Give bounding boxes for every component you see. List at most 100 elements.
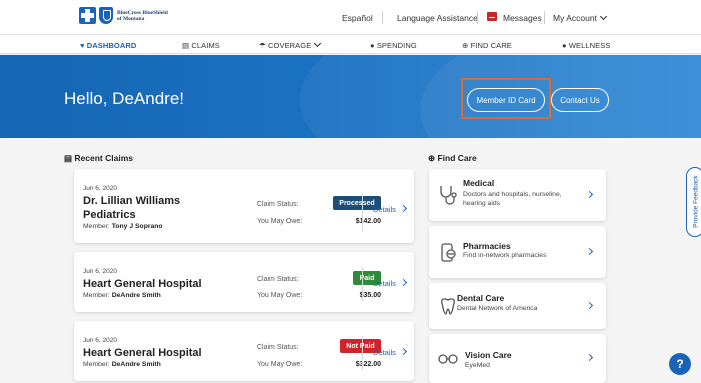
- brand-name-line1: BlueCross BlueShield: [117, 9, 168, 16]
- top-utility-bar: BlueCross BlueShield of Montana Español …: [0, 0, 701, 35]
- nav-coverage-label: COVERAGE: [268, 41, 312, 50]
- claim-status-label: Claim Status:: [257, 344, 299, 351]
- member-label: Member:: [83, 361, 110, 368]
- apple-icon: ●: [562, 41, 569, 50]
- nav-claims-label: CLAIMS: [191, 41, 220, 50]
- member-id-card-button[interactable]: Member ID Card: [467, 88, 545, 112]
- find-care-pharmacies[interactable]: Pharmacies Find in-network pharmacies: [429, 226, 606, 278]
- chevron-right-icon: [585, 301, 594, 310]
- find-care-title: Find Care: [437, 153, 477, 163]
- nav-dashboard[interactable]: ♥ DASHBOARD: [80, 41, 136, 50]
- chevron-right-icon: [585, 190, 594, 199]
- details-link[interactable]: Details: [373, 347, 407, 357]
- my-account-label: My Account: [553, 13, 597, 23]
- find-care-desc: Doctors and hospitals, nurseline,: [463, 191, 562, 198]
- chevron-down-icon: [599, 12, 607, 21]
- umbrella-icon: ☂: [259, 41, 269, 50]
- nav-find-care-label: FIND CARE: [470, 41, 512, 50]
- member-name: Tony J Soprano: [111, 223, 163, 230]
- find-care-desc: Find in-network pharmacies: [463, 252, 547, 259]
- nav-spending-label: SPENDING: [376, 41, 417, 50]
- details-label: Details: [373, 348, 396, 357]
- nav-wellness-label: WELLNESS: [568, 41, 611, 50]
- member-label: Member:: [83, 223, 110, 230]
- claim-provider: Heart General Hospital: [83, 347, 202, 359]
- help-button[interactable]: ?: [669, 353, 691, 375]
- find-care-title: Medical: [463, 178, 495, 188]
- divider: [544, 11, 545, 24]
- find-care-desc: Dental Network of America: [457, 305, 538, 312]
- claim-provider: Dr. Lillian Williams: [83, 195, 181, 207]
- find-care-desc: EyeMed: [465, 362, 490, 369]
- contact-us-button[interactable]: Contact Us: [551, 88, 609, 112]
- details-link[interactable]: Details: [373, 204, 407, 214]
- my-account-menu[interactable]: My Account: [553, 12, 607, 23]
- provide-feedback-tab[interactable]: Provide Feedback: [686, 167, 701, 237]
- divider: [362, 267, 363, 301]
- divider: [477, 11, 478, 24]
- find-care-desc-line2: hearing aids: [463, 200, 501, 207]
- heart-icon: ♥: [80, 41, 87, 50]
- pill-bottle-icon: [441, 243, 456, 262]
- claim-member: Member: Tony J Soprano: [83, 223, 163, 230]
- tooth-icon: [441, 298, 455, 315]
- member-name: DeAndre Smith: [111, 292, 161, 299]
- owe-amount: $35.00: [359, 292, 381, 299]
- claim-member: Member: DeAndre Smith: [83, 292, 161, 299]
- brand-name-line2: of Montana: [117, 15, 145, 22]
- language-assistance-link[interactable]: Language Assistance: [397, 13, 478, 23]
- member-name: DeAndre Smith: [111, 361, 161, 368]
- recent-claims-heading: ▤ Recent Claims: [64, 153, 133, 164]
- chevron-right-icon: [585, 353, 594, 362]
- chevron-right-icon: [399, 347, 407, 356]
- find-care-title: Dental Care: [457, 293, 505, 303]
- claim-provider-line2: Pediatrics: [83, 209, 136, 221]
- details-link[interactable]: Details: [373, 278, 407, 288]
- find-care-vision[interactable]: Vision Care EyeMed: [429, 334, 606, 383]
- find-care-dental[interactable]: Dental Care Dental Network of America: [429, 283, 606, 329]
- nav-claims[interactable]: ▤ CLAIMS: [182, 41, 220, 50]
- claim-status-label: Claim Status:: [257, 201, 299, 208]
- claim-card[interactable]: Jun 6, 2020 Dr. Lillian Williams Pediatr…: [74, 169, 414, 243]
- nav-find-care[interactable]: ⊕ FIND CARE: [462, 41, 512, 50]
- nav-spending[interactable]: ● SPENDING: [370, 41, 417, 50]
- claim-date: Jun 6, 2020: [83, 185, 117, 192]
- chevron-down-icon: [314, 39, 322, 48]
- brand-logo[interactable]: BlueCross BlueShield of Montana: [79, 7, 168, 24]
- divider: [362, 336, 363, 370]
- coin-icon: ●: [370, 41, 377, 50]
- recent-claims-title: Recent Claims: [74, 153, 133, 163]
- main-nav: ♥ DASHBOARD ▤ CLAIMS ☂ COVERAGE ● SPENDI…: [0, 35, 701, 54]
- details-label: Details: [373, 205, 396, 214]
- claim-date: Jun 6, 2020: [83, 268, 117, 275]
- glasses-icon: [438, 354, 458, 364]
- claim-card[interactable]: Jun 6, 2020 Heart General Hospital Membe…: [74, 321, 414, 381]
- claim-provider: Heart General Hospital: [83, 278, 202, 290]
- hero-banner: Hello, DeAndre! Member ID Card Contact U…: [0, 55, 701, 138]
- owe-amount: $322.00: [355, 361, 381, 368]
- stethoscope-icon: [440, 186, 457, 205]
- chevron-right-icon: [585, 247, 594, 256]
- cross-logo-icon: [79, 7, 96, 24]
- shield-logo-icon: [99, 7, 113, 24]
- details-label: Details: [373, 279, 396, 288]
- owe-label: You May Owe:: [257, 218, 303, 225]
- divider: [382, 11, 383, 24]
- divider: [362, 194, 363, 231]
- search-icon: ⊕: [462, 41, 471, 50]
- nav-dashboard-label: DASHBOARD: [86, 41, 137, 50]
- nav-coverage[interactable]: ☂ COVERAGE: [259, 39, 322, 50]
- messages-icon[interactable]: [487, 12, 497, 21]
- find-care-medical[interactable]: Medical Doctors and hospitals, nurseline…: [429, 169, 606, 221]
- nav-wellness[interactable]: ● WELLNESS: [562, 41, 610, 50]
- espanol-link[interactable]: Español: [342, 13, 373, 23]
- document-icon: ▤: [182, 41, 192, 50]
- greeting: Hello, DeAndre!: [64, 89, 185, 108]
- document-icon: ▤: [64, 153, 75, 163]
- brand-name: BlueCross BlueShield of Montana: [117, 10, 168, 22]
- claim-card[interactable]: Jun 6, 2020 Heart General Hospital Membe…: [74, 252, 414, 312]
- chevron-right-icon: [399, 204, 407, 213]
- find-care-title: Vision Care: [465, 350, 512, 360]
- claim-member: Member: DeAndre Smith: [83, 361, 161, 368]
- messages-link[interactable]: Messages: [503, 13, 542, 23]
